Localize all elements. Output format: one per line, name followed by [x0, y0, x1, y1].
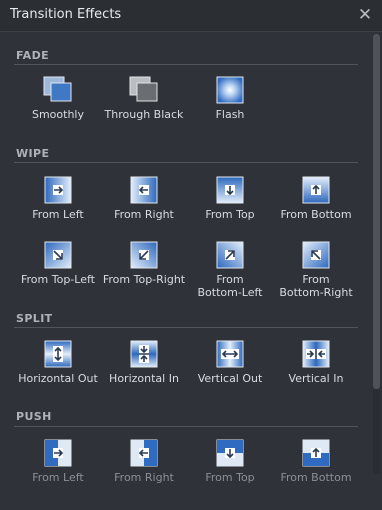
split-horizontal-out-icon	[44, 340, 72, 368]
arrow-up-icon	[302, 176, 330, 204]
arrow-left-icon	[130, 176, 158, 204]
item-label: Through Black	[104, 108, 184, 121]
scrollbar-thumb[interactable]	[373, 34, 380, 389]
fade-flash-item[interactable]: Flash	[186, 76, 274, 121]
item-label: From Bottom	[280, 471, 352, 484]
section-divider	[14, 162, 358, 163]
transition-effects-panel[interactable]: FADE Smoothly Through Black Flash WIPE F…	[0, 33, 370, 510]
item-label: From Top	[205, 471, 255, 484]
push-from-right-item[interactable]: From Right	[100, 439, 188, 484]
fade-through-black-icon	[129, 76, 158, 102]
arrow-right-icon	[44, 176, 72, 204]
section-title-fade: FADE	[16, 49, 50, 62]
fade-smoothly-icon	[43, 76, 72, 102]
item-label: From Top-Right	[102, 273, 186, 286]
section-divider	[14, 64, 358, 65]
item-label: Horizontal Out	[18, 372, 98, 385]
item-label-line-2: Bottom-Left	[197, 286, 263, 299]
push-from-bottom-item[interactable]: From Bottom	[272, 439, 360, 484]
section-title-wipe: WIPE	[16, 147, 50, 160]
item-label: Vertical Out	[197, 372, 263, 385]
item-label: From Left	[32, 208, 84, 221]
arrow-down-left-icon	[130, 241, 158, 269]
split-vertical-in-icon	[302, 340, 330, 368]
item-label-line-1: From	[216, 273, 244, 286]
fade-smoothly-item[interactable]: Smoothly	[14, 76, 102, 121]
push-from-top-icon	[216, 439, 244, 467]
arrow-down-right-icon	[44, 241, 72, 269]
arrow-down-icon	[216, 176, 244, 204]
item-label: Horizontal In	[109, 372, 179, 385]
wipe-from-top-right-item[interactable]: From Top-Right	[100, 241, 188, 286]
item-label: From Left	[32, 471, 84, 484]
wipe-from-left-item[interactable]: From Left	[14, 176, 102, 221]
section-divider	[14, 426, 358, 427]
push-from-bottom-icon	[302, 439, 330, 467]
item-label: Vertical In	[288, 372, 344, 385]
item-label: From Top	[205, 208, 255, 221]
title-bar: Transition Effects ✕	[0, 0, 382, 32]
split-horizontal-out-item[interactable]: Horizontal Out	[14, 340, 102, 385]
item-label: From Top-Left	[21, 273, 95, 286]
item-label: From Right	[114, 471, 174, 484]
fade-through-black-item[interactable]: Through Black	[100, 76, 188, 121]
wipe-from-top-item[interactable]: From Top	[186, 176, 274, 221]
push-from-left-item[interactable]: From Left	[14, 439, 102, 484]
item-label-line-1: From	[302, 273, 330, 286]
split-vertical-out-item[interactable]: Vertical Out	[186, 340, 274, 385]
close-icon[interactable]: ✕	[356, 6, 374, 24]
item-label: Smoothly	[31, 108, 84, 121]
wipe-from-top-left-item[interactable]: From Top-Left	[14, 241, 102, 286]
push-from-left-icon	[44, 439, 72, 467]
section-title-split: SPLIT	[16, 312, 53, 325]
push-from-top-item[interactable]: From Top	[186, 439, 274, 484]
arrow-up-left-icon	[302, 241, 330, 269]
push-from-right-icon	[130, 439, 158, 467]
split-vertical-in-item[interactable]: Vertical In	[272, 340, 360, 385]
section-title-push: PUSH	[16, 410, 52, 423]
fade-flash-icon	[216, 76, 244, 104]
item-label-line-2: Bottom-Right	[279, 286, 353, 299]
arrow-up-right-icon	[216, 241, 244, 269]
item-label: From Bottom	[280, 208, 352, 221]
wipe-from-bottom-item[interactable]: From Bottom	[272, 176, 360, 221]
window-title: Transition Effects	[10, 7, 122, 22]
split-vertical-out-icon	[216, 340, 244, 368]
item-label: From Right	[114, 208, 174, 221]
wipe-from-right-item[interactable]: From Right	[100, 176, 188, 221]
split-horizontal-in-icon	[130, 340, 158, 368]
wipe-from-bottom-right-item[interactable]: From Bottom-Right	[272, 241, 360, 299]
section-divider	[14, 327, 358, 328]
wipe-from-bottom-left-item[interactable]: From Bottom-Left	[186, 241, 274, 299]
split-horizontal-in-item[interactable]: Horizontal In	[100, 340, 188, 385]
item-label: Flash	[215, 108, 245, 121]
